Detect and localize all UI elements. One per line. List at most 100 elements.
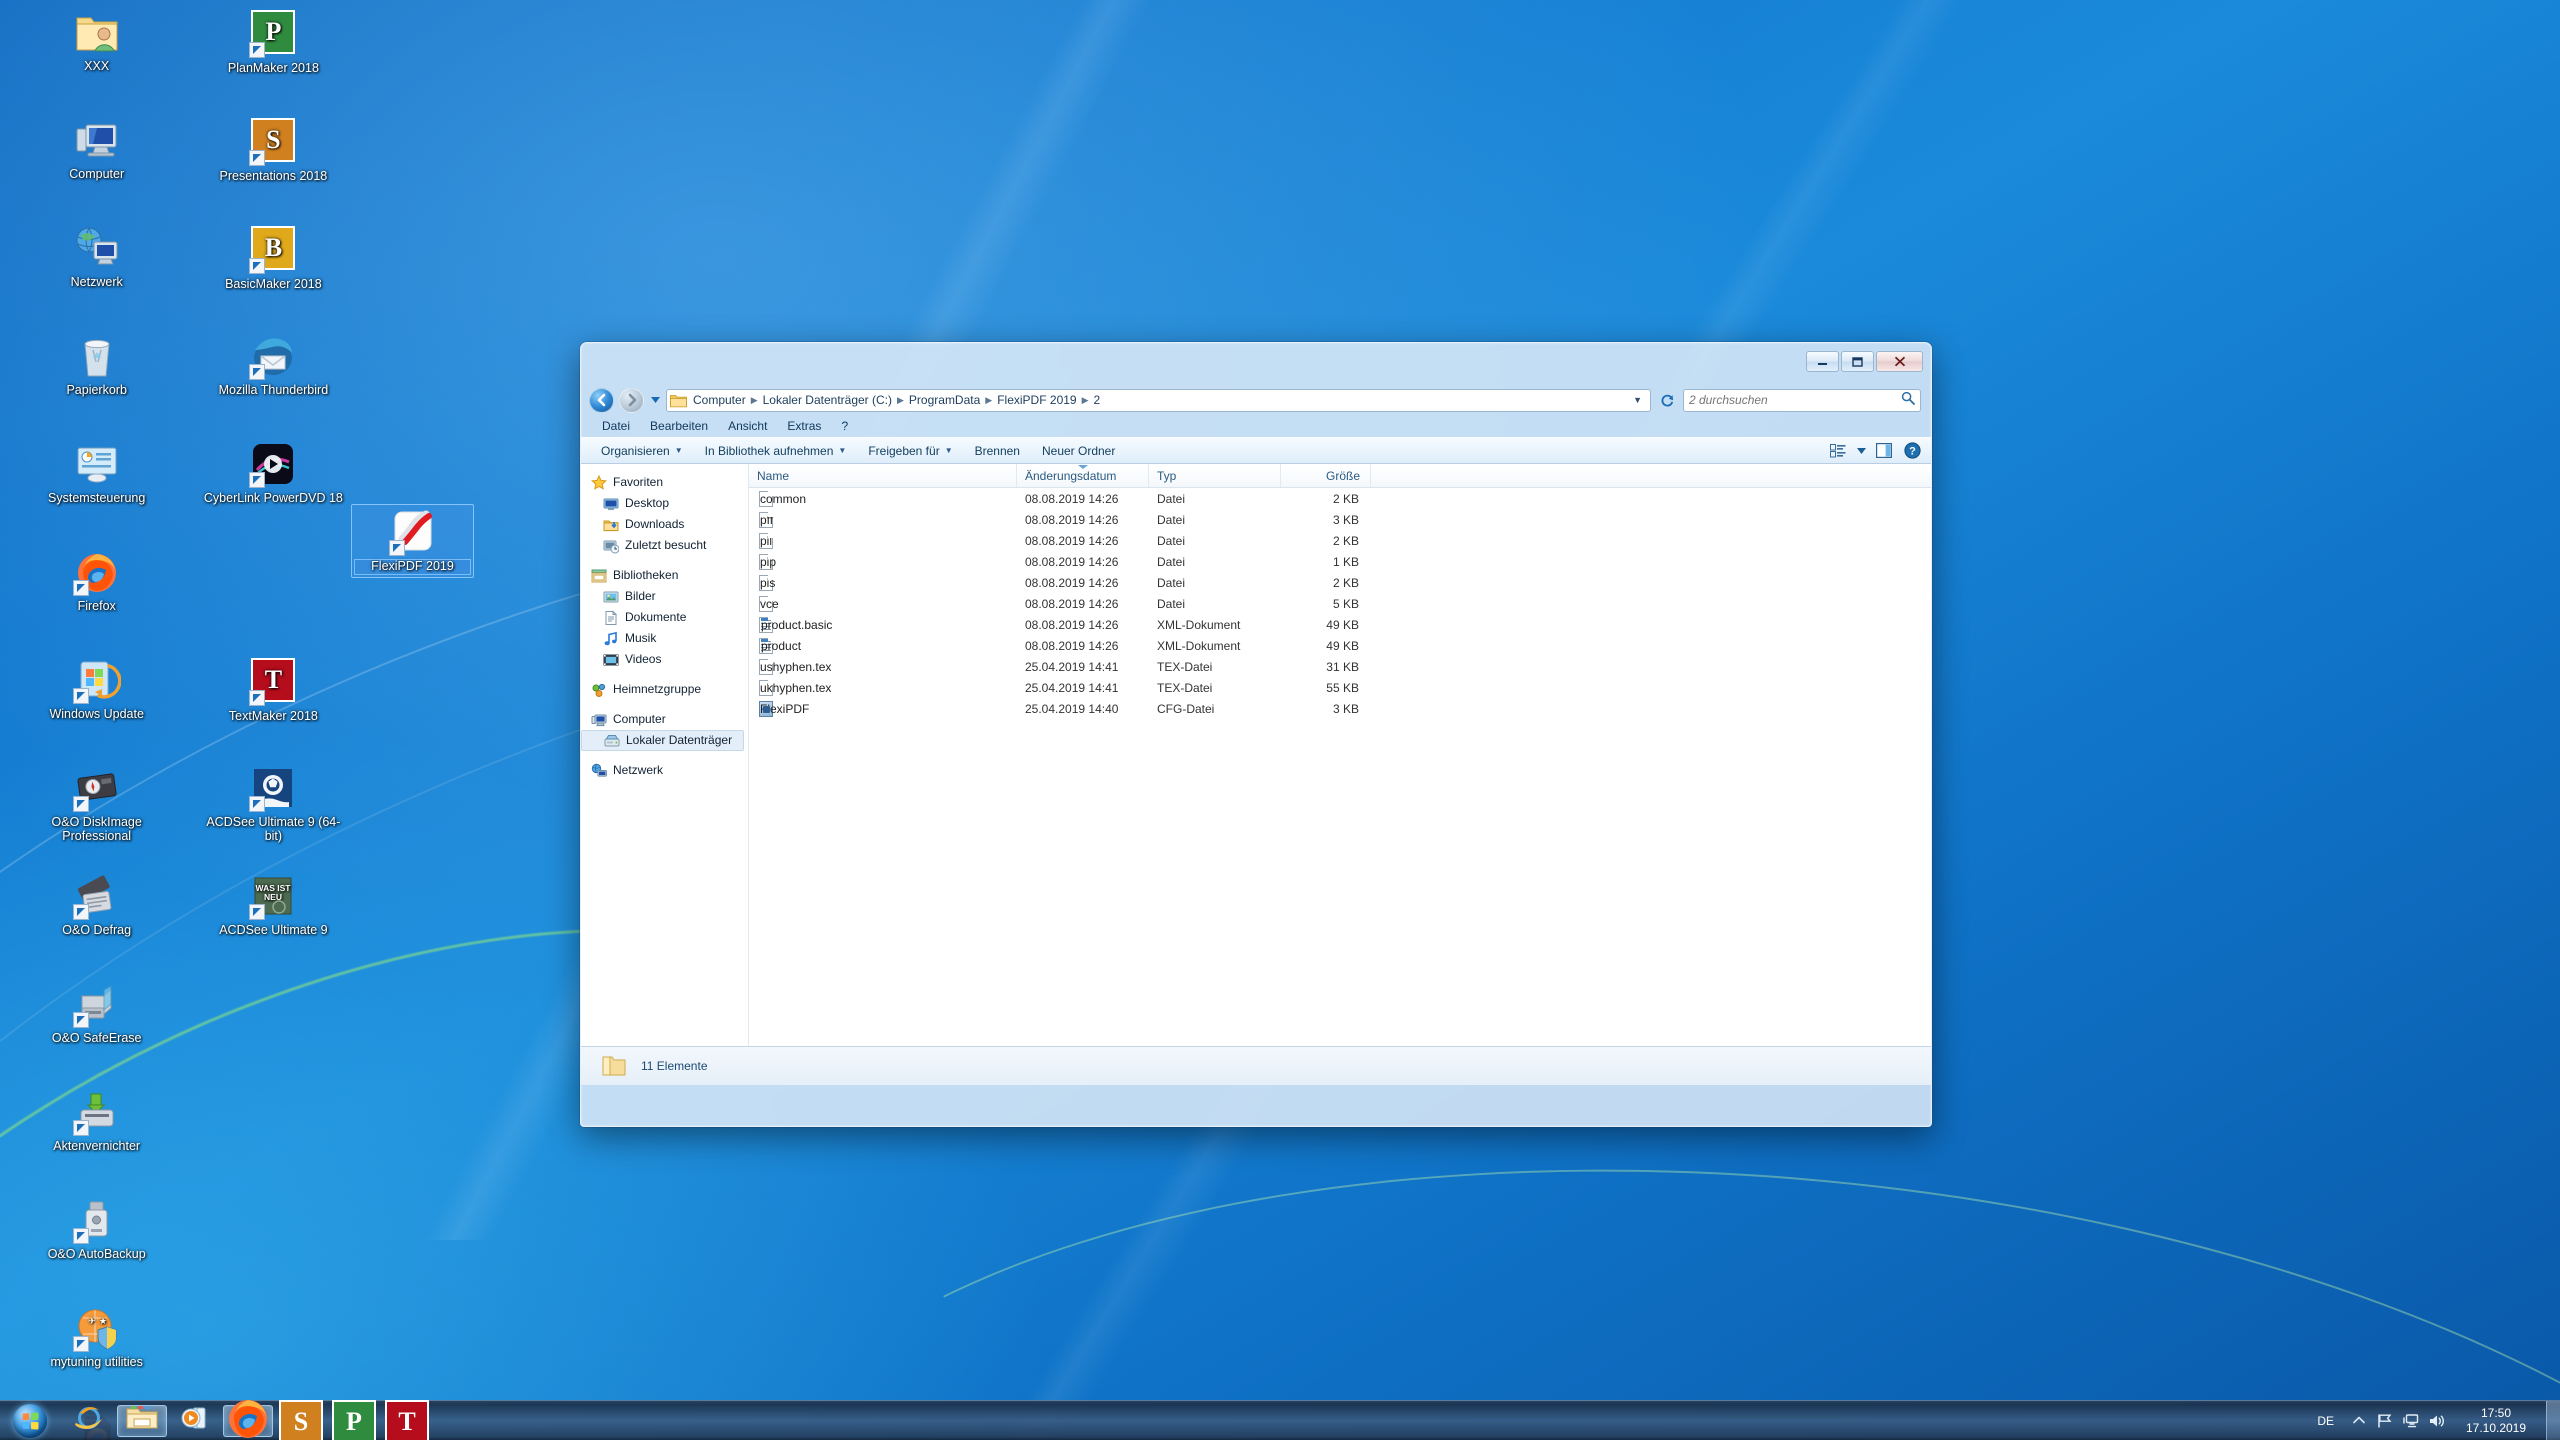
taskbar-item-internet-explorer[interactable] [64, 1405, 114, 1437]
taskbar-item-windows-media-player[interactable] [170, 1405, 220, 1437]
file-row[interactable]: product 08.08.2019 14:26 XML-Dokument 49 KB [749, 635, 1931, 656]
taskbar[interactable]: SPT DE 17:50 17.10.2019 [0, 1399, 2560, 1440]
file-row[interactable]: FlexiPDF 25.04.2019 14:40 CFG-Datei 3 KB [749, 698, 1931, 719]
sidebar-item-computer[interactable]: Computer [581, 709, 748, 730]
desktop-icon-textmaker[interactable]: T TextMaker 2018 [198, 656, 348, 724]
desktop-icon-flexipdf-2019[interactable]: FlexiPDF 2019 [351, 504, 474, 578]
navigation-pane[interactable]: Favoriten Desktop Downloads Zuletzt besucht… [581, 464, 749, 1046]
sidebar-item-favoriten[interactable]: Favoriten [581, 472, 748, 493]
help-icon[interactable]: ? [1899, 440, 1925, 461]
taskbar-item-planmaker[interactable]: P [329, 1399, 379, 1440]
desktop-icon-firefox[interactable]: Firefox [22, 548, 172, 614]
search-input[interactable] [1689, 393, 1897, 407]
desktop-icon-presentations[interactable]: S Presentations 2018 [198, 116, 348, 184]
desktop-icon-acdsee-whatsnew[interactable]: WAS IST NEU ACDSee Ultimate 9 [198, 872, 348, 938]
show-desktop-button[interactable] [2546, 1400, 2560, 1440]
desktop-icon-windows-update[interactable]: Windows Update [22, 656, 172, 722]
desktop-icon-thunderbird[interactable]: Mozilla Thunderbird [198, 332, 348, 398]
sidebar-item-lokaler-datenträger[interactable]: Lokaler Datenträger [581, 730, 744, 751]
breadcrumb-item[interactable]: Computer [689, 391, 750, 409]
file-row[interactable]: ushyphen.tex 25.04.2019 14:41 TEX-Datei 31 … [749, 656, 1931, 677]
language-indicator[interactable]: DE [2305, 1414, 2346, 1428]
toolbar-button-brennen[interactable]: Brennen [965, 439, 1030, 463]
file-row[interactable]: pip 08.08.2019 14:26 Datei 1 KB [749, 551, 1931, 572]
menu-item-ansicht[interactable]: Ansicht [719, 417, 776, 435]
preview-pane-icon[interactable] [1871, 440, 1897, 461]
desktop-icon-mytuning[interactable]: ✈ ★ mytuning utilities [22, 1304, 172, 1370]
toolbar-button-organisieren[interactable]: Organisieren ▼ [591, 439, 693, 463]
explorer-window[interactable]: Computer ▶ Lokaler Datenträger (C:) ▶ Progra… [580, 342, 1932, 1127]
file-row[interactable]: pff 08.08.2019 14:26 Datei 3 KB [749, 509, 1931, 530]
sidebar-item-heimnetzgruppe[interactable]: Heimnetzgruppe [581, 679, 748, 700]
sidebar-item-zuletzt-besucht[interactable]: Zuletzt besucht [581, 535, 748, 556]
desktop-icon-folder-user[interactable]: XXX [22, 8, 172, 74]
desktop-icon-disk-image[interactable]: O&O DiskImage Professional [22, 764, 172, 843]
address-dropdown-icon[interactable]: ▼ [1627, 395, 1648, 405]
clock[interactable]: 17:50 17.10.2019 [2450, 1406, 2542, 1436]
taskbar-item-windows-explorer[interactable] [117, 1404, 167, 1437]
breadcrumb-item[interactable]: FlexiPDF 2019 [993, 391, 1080, 409]
address-bar[interactable]: Computer ▶ Lokaler Datenträger (C:) ▶ Progra… [666, 388, 1651, 412]
window-titlebar[interactable] [581, 343, 1931, 385]
action-center-flag-icon[interactable] [2372, 1401, 2398, 1440]
sidebar-item-bilder[interactable]: Bilder [581, 586, 748, 607]
desktop-icon-powerdvd[interactable]: CyberLink PowerDVD 18 [198, 440, 348, 506]
column-header-date[interactable]: Änderungsdatum [1017, 464, 1149, 487]
recent-locations-icon[interactable] [649, 390, 661, 410]
desktop-icon-basicmaker[interactable]: B BasicMaker 2018 [198, 224, 348, 292]
sidebar-item-dokumente[interactable]: Dokumente [581, 607, 748, 628]
desktop-icon-acdsee-ultimate[interactable]: ACDSee Ultimate 9 (64-bit) [198, 764, 348, 843]
desktop-icon-defrag[interactable]: O&O Defrag [22, 872, 172, 938]
desktop-icon-planmaker[interactable]: P PlanMaker 2018 [198, 8, 348, 76]
toolbar-button-in-bibliothek-aufnehmen[interactable]: In Bibliothek aufnehmen ▼ [695, 439, 857, 463]
minimize-button[interactable] [1806, 351, 1839, 372]
file-row[interactable]: pis 08.08.2019 14:26 Datei 2 KB [749, 572, 1931, 593]
file-row[interactable]: common 08.08.2019 14:26 Datei 2 KB [749, 488, 1931, 509]
menu-item-extras[interactable]: Extras [778, 417, 830, 435]
taskbar-item-presentations[interactable]: S [276, 1399, 326, 1440]
file-row[interactable]: product.basic 08.08.2019 14:26 XML-Dokumen… [749, 614, 1931, 635]
menu-item-bearbeiten[interactable]: Bearbeiten [641, 417, 717, 435]
file-list-pane[interactable]: Name Änderungsdatum Typ Größe common 08.08.2… [749, 464, 1931, 1046]
sidebar-item-videos[interactable]: Videos [581, 649, 748, 670]
breadcrumb-item[interactable]: 2 [1090, 391, 1105, 409]
desktop-icon-autobackup-usb[interactable]: O&O AutoBackup [22, 1196, 172, 1262]
file-row[interactable]: ukhyphen.tex 25.04.2019 14:41 TEX-Datei 55 … [749, 677, 1931, 698]
refresh-button[interactable] [1656, 389, 1678, 412]
taskbar-item-textmaker[interactable]: T [382, 1399, 432, 1440]
file-row[interactable]: pil 08.08.2019 14:26 Datei 2 KB [749, 530, 1931, 551]
sidebar-item-bibliotheken[interactable]: Bibliotheken [581, 565, 748, 586]
column-header-size[interactable]: Größe [1281, 464, 1371, 487]
network-icon[interactable] [2398, 1401, 2424, 1440]
column-header-name[interactable]: Name [749, 464, 1017, 487]
taskbar-item-firefox[interactable] [223, 1400, 273, 1438]
desktop-icon-safe-erase[interactable]: O&O SafeErase [22, 980, 172, 1046]
start-button[interactable] [2, 1402, 58, 1440]
desktop[interactable]: XXX Computer Netzwerk Papierkorb Systemsteue… [0, 0, 2560, 1440]
desktop-icon-network[interactable]: Netzwerk [22, 224, 172, 290]
desktop-icon-shredder[interactable]: Aktenvernichter [22, 1088, 172, 1154]
file-row[interactable]: vce 08.08.2019 14:26 Datei 5 KB [749, 593, 1931, 614]
forward-button[interactable] [619, 387, 644, 413]
show-hidden-icons-arrow[interactable] [2346, 1401, 2372, 1440]
column-header-type[interactable]: Typ [1149, 464, 1281, 487]
toolbar-button-neuer-ordner[interactable]: Neuer Ordner [1032, 439, 1125, 463]
sidebar-item-netzwerk[interactable]: Netzwerk [581, 760, 748, 781]
desktop-icon-computer[interactable]: Computer [22, 116, 172, 182]
menu-item-[interactable]: ? [832, 417, 857, 435]
toolbar-button-freigeben-f-r[interactable]: Freigeben für ▼ [858, 439, 962, 463]
close-button[interactable] [1876, 351, 1923, 372]
sidebar-item-downloads[interactable]: Downloads [581, 514, 748, 535]
desktop-icon-recycle-bin[interactable]: Papierkorb [22, 332, 172, 398]
sidebar-item-musik[interactable]: Musik [581, 628, 748, 649]
view-options-icon[interactable] [1825, 440, 1851, 461]
search-box[interactable] [1683, 388, 1921, 412]
volume-icon[interactable] [2424, 1401, 2450, 1440]
sidebar-item-desktop[interactable]: Desktop [581, 493, 748, 514]
desktop-icon-control-panel[interactable]: Systemsteuerung [22, 440, 172, 506]
breadcrumb-item[interactable]: ProgramData [905, 391, 984, 409]
menu-item-datei[interactable]: Datei [593, 417, 639, 435]
back-button[interactable] [589, 387, 614, 413]
chevron-down-icon[interactable] [1853, 440, 1869, 461]
breadcrumb-item[interactable]: Lokaler Datenträger (C:) [759, 391, 896, 409]
